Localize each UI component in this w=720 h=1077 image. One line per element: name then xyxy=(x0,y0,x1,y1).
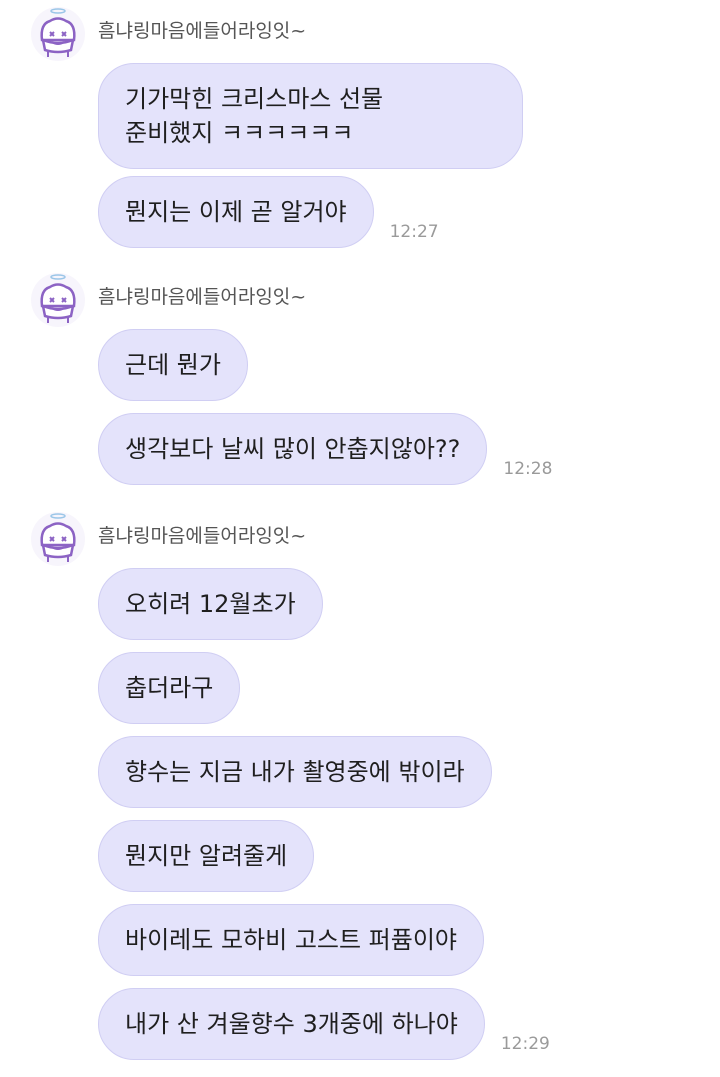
chat-thread: 흠냐링마음에들어라잉잇~ 기가막힌 크리스마스 선물 준비했지 ㅋㅋㅋㅋㅋㅋ 뭔… xyxy=(0,0,720,1077)
sender-name: 흠냐링마음에들어라잉잇~ xyxy=(98,286,307,308)
message-bubble[interactable]: 향수는 지금 내가 촬영중에 밖이라 xyxy=(98,736,492,808)
message-bubble[interactable]: 뭔지만 알려줄게 xyxy=(98,820,315,892)
message-row: 기가막힌 크리스마스 선물 준비했지 ㅋㅋㅋㅋㅋㅋ xyxy=(98,63,523,169)
message-bubble[interactable]: 생각보다 날씨 많이 안춥지않아?? xyxy=(98,413,488,485)
message-timestamp: 12:28 xyxy=(503,459,553,479)
message-bubble[interactable]: 뭔지는 이제 곧 알거야 xyxy=(98,176,374,248)
message-row: 뭔지는 이제 곧 알거야 12:27 xyxy=(98,176,439,248)
cartoon-character-avatar-icon[interactable] xyxy=(30,511,86,567)
message-row: 뭔지만 알려줄게 xyxy=(98,820,315,892)
message-bubble[interactable]: 춥더라구 xyxy=(98,652,241,724)
cartoon-character-avatar-icon[interactable] xyxy=(30,6,86,62)
sender-name: 흠냐링마음에들어라잉잇~ xyxy=(98,525,307,547)
message-bubble[interactable]: 오히려 12월초가 xyxy=(98,568,323,640)
message-bubble[interactable]: 바이레도 모하비 고스트 퍼퓸이야 xyxy=(98,904,485,976)
message-row: 바이레도 모하비 고스트 퍼퓸이야 xyxy=(98,904,485,976)
message-row: 춥더라구 xyxy=(98,652,241,724)
message-row: 생각보다 날씨 많이 안춥지않아?? 12:28 xyxy=(98,413,552,485)
message-bubble[interactable]: 내가 산 겨울향수 3개중에 하나야 xyxy=(98,988,485,1060)
message-row: 오히려 12월초가 xyxy=(98,568,323,640)
message-bubble[interactable]: 근데 뭔가 xyxy=(98,329,248,401)
message-timestamp: 12:29 xyxy=(500,1034,550,1054)
message-row: 향수는 지금 내가 촬영중에 밖이라 xyxy=(98,736,492,808)
cartoon-character-avatar-icon[interactable] xyxy=(30,272,86,328)
message-row: 내가 산 겨울향수 3개중에 하나야 12:29 xyxy=(98,988,550,1060)
message-bubble[interactable]: 기가막힌 크리스마스 선물 준비했지 ㅋㅋㅋㅋㅋㅋ xyxy=(98,63,523,169)
sender-name: 흠냐링마음에들어라잉잇~ xyxy=(98,20,307,42)
message-row: 근데 뭔가 xyxy=(98,329,248,401)
message-timestamp: 12:27 xyxy=(389,222,439,242)
